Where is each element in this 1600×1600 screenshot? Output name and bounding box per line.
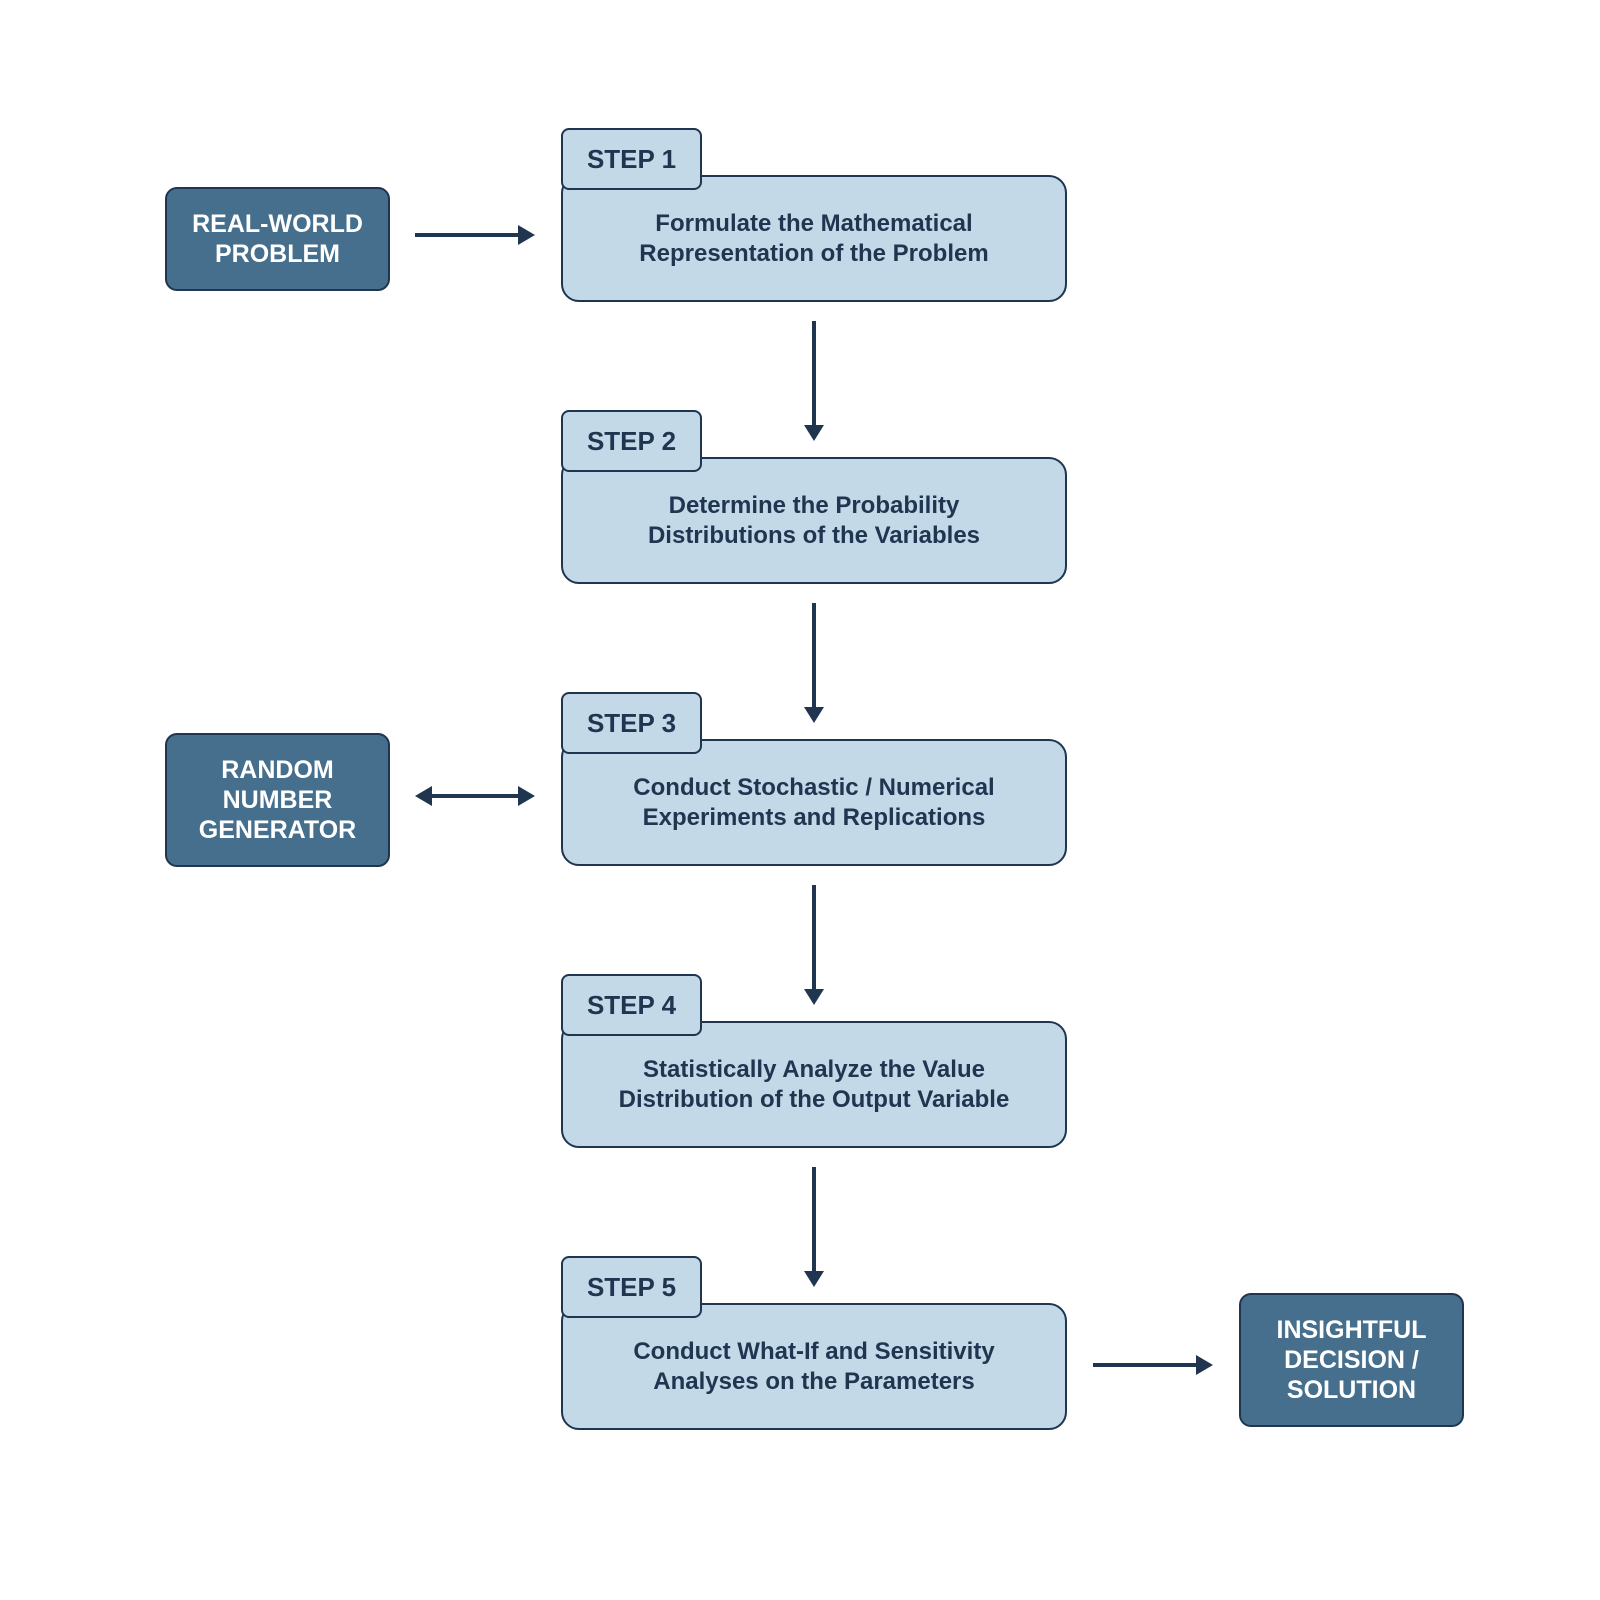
step-2-tab: STEP 2 xyxy=(561,410,702,472)
step-3-box: Conduct Stochastic / Numerical Experimen… xyxy=(561,739,1067,866)
arrow-step1-to-step2 xyxy=(804,321,824,441)
arrow-step5-to-solution xyxy=(1093,1355,1213,1375)
step-3-tab: STEP 3 xyxy=(561,692,702,754)
step-2-box: Determine the Probability Distributions … xyxy=(561,457,1067,584)
arrow-rng-step3-bidirectional xyxy=(415,786,535,806)
step-4-box: Statistically Analyze the Value Distribu… xyxy=(561,1021,1067,1148)
arrow-step4-to-step5 xyxy=(804,1167,824,1287)
step-1-box: Formulate the Mathematical Representatio… xyxy=(561,175,1067,302)
arrow-problem-to-step1 xyxy=(415,225,535,245)
step-4-tab: STEP 4 xyxy=(561,974,702,1036)
arrow-step2-to-step3 xyxy=(804,603,824,723)
step-5-box: Conduct What-If and Sensitivity Analyses… xyxy=(561,1303,1067,1430)
arrow-step3-to-step4 xyxy=(804,885,824,1005)
step-1-tab: STEP 1 xyxy=(561,128,702,190)
step-5-tab: STEP 5 xyxy=(561,1256,702,1318)
